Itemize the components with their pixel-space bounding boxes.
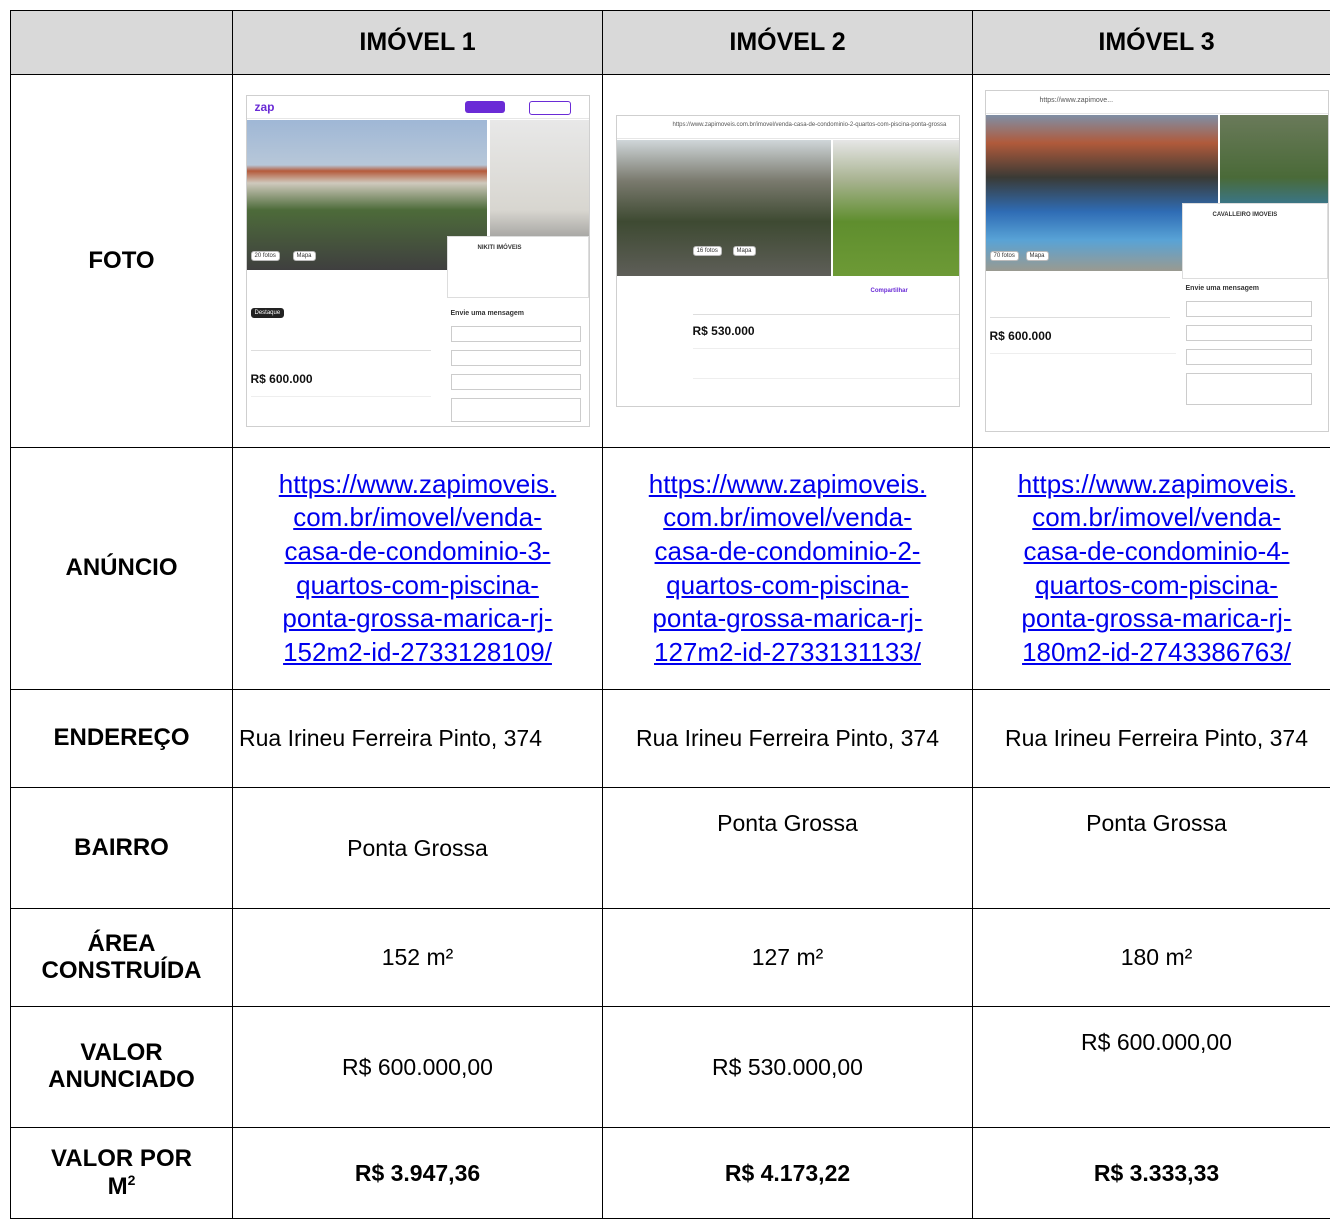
listing-features — [990, 353, 1176, 394]
agency-panel: NIKITI IMÓVEIS — [447, 236, 589, 298]
bairro-cell-1: Ponta Grossa — [233, 788, 603, 909]
agency-name: CAVALLEIRO IMOVEIS — [1213, 212, 1278, 218]
house-photo-side — [833, 140, 959, 276]
anuncio-link-2[interactable]: https://www.zapimoveis.com.br/imovel/ven… — [649, 469, 926, 667]
header-imovel-2: IMÓVEL 2 — [603, 11, 973, 75]
foto-cell-3: https://www.zapimove... 70 fotos Mapa CA… — [973, 75, 1330, 448]
browser-bar: https://www.zapimove... — [986, 91, 1328, 114]
message-title: Envie uma mensagem — [1186, 285, 1260, 292]
photos-count: 16 fotos — [693, 246, 722, 256]
breadcrumb — [990, 297, 1170, 318]
zap-logo: zap — [255, 100, 275, 114]
house-photo-main — [617, 140, 831, 276]
foto-row: FOTO zap 20 fotos Mapa NIKITI IMÓVEIS De… — [11, 75, 1330, 448]
comparison-table: IMÓVEL 1 IMÓVEL 2 IMÓVEL 3 FOTO zap 20 f… — [10, 10, 1330, 1219]
message-panel: Envie uma mensagem — [447, 306, 587, 424]
message-title: Envie uma mensagem — [451, 310, 525, 317]
valor-m2-row: VALOR PORM2 R$ 3.947,36 R$ 4.173,22 R$ 3… — [11, 1128, 1330, 1219]
bairro-cell-2: Ponta Grossa — [603, 788, 973, 909]
row-label-valor-m2: VALOR PORM2 — [11, 1128, 233, 1219]
anuncio-link-3[interactable]: https://www.zapimoveis.com.br/imovel/ven… — [1018, 469, 1295, 667]
agency-name: NIKITI IMÓVEIS — [478, 245, 522, 251]
listing-features — [251, 396, 431, 419]
agency-panel: CAVALLEIRO IMOVEIS — [1182, 203, 1328, 279]
telefone-field — [1186, 349, 1312, 365]
header-corner — [11, 11, 233, 75]
foto-cell-2: https://www.zapimoveis.com.br/imovel/ven… — [603, 75, 973, 448]
anuncio-cell-3: https://www.zapimoveis.com.br/imovel/ven… — [973, 448, 1330, 690]
valor-row: VALORANUNCIADO R$ 600.000,00 R$ 530.000,… — [11, 1007, 1330, 1128]
endereco-cell-2: Rua Irineu Ferreira Pinto, 374 — [603, 690, 973, 788]
row-label-endereco: ENDEREÇO — [11, 690, 233, 788]
bairro-cell-3: Ponta Grossa — [973, 788, 1330, 909]
photos-count: 70 fotos — [990, 251, 1019, 261]
anuncio-row: ANÚNCIO https://www.zapimoveis.com.br/im… — [11, 448, 1330, 690]
endereco-row: ENDEREÇO Rua Irineu Ferreira Pinto, 374 … — [11, 690, 1330, 788]
area-cell-1: 152 m² — [233, 909, 603, 1007]
listing-screenshot-1: zap 20 fotos Mapa NIKITI IMÓVEIS Destaqu… — [246, 95, 590, 427]
listing-screenshot-3: https://www.zapimove... 70 fotos Mapa CA… — [985, 90, 1329, 432]
valor-m2-cell-3: R$ 3.333,33 — [973, 1128, 1330, 1219]
anuncio-cell-2: https://www.zapimoveis.com.br/imovel/ven… — [603, 448, 973, 690]
destaque-badge: Destaque — [251, 308, 285, 318]
listing-price: R$ 600.000 — [251, 372, 313, 386]
valor-cell-2: R$ 530.000,00 — [603, 1007, 973, 1128]
row-label-foto: FOTO — [11, 75, 233, 448]
listing-price: R$ 530.000 — [693, 324, 755, 338]
message-field — [451, 398, 581, 422]
email-field — [451, 350, 581, 366]
share-link: Compartilhar — [871, 288, 908, 294]
listing-features — [693, 348, 959, 373]
telefone-field — [451, 374, 581, 390]
browser-url: https://www.zapimoveis.com.br/imovel/ven… — [673, 122, 947, 128]
bairro-row: BAIRRO Ponta Grossa Ponta Grossa Ponta G… — [11, 788, 1330, 909]
row-label-anuncio: ANÚNCIO — [11, 448, 233, 690]
map-pill: Mapa — [293, 251, 316, 261]
zap-header: zap — [247, 96, 589, 119]
criar-conta-button — [465, 101, 505, 113]
map-pill: Mapa — [1026, 251, 1049, 261]
photos-count: 20 fotos — [251, 251, 280, 261]
valor-m2-cell-1: R$ 3.947,36 — [233, 1128, 603, 1219]
endereco-cell-1: Rua Irineu Ferreira Pinto, 374 — [233, 690, 603, 788]
row-label-area: ÁREACONSTRUÍDA — [11, 909, 233, 1007]
listing-address — [693, 378, 959, 399]
valor-m2-cell-2: R$ 4.173,22 — [603, 1128, 973, 1219]
foto-cell-1: zap 20 fotos Mapa NIKITI IMÓVEIS Destaqu… — [233, 75, 603, 448]
anuncio-cell-1: https://www.zapimoveis.com.br/imovel/ven… — [233, 448, 603, 690]
breadcrumb — [251, 330, 431, 351]
area-row: ÁREACONSTRUÍDA 152 m² 127 m² 180 m² — [11, 909, 1330, 1007]
header-imovel-1: IMÓVEL 1 — [233, 11, 603, 75]
browser-bar: https://www.zapimoveis.com.br/imovel/ven… — [617, 116, 959, 139]
nome-field — [451, 326, 581, 342]
area-cell-3: 180 m² — [973, 909, 1330, 1007]
row-label-valor: VALORANUNCIADO — [11, 1007, 233, 1128]
email-field — [1186, 325, 1312, 341]
browser-url: https://www.zapimove... — [1040, 97, 1114, 104]
header-imovel-3: IMÓVEL 3 — [973, 11, 1330, 75]
row-label-bairro: BAIRRO — [11, 788, 233, 909]
endereco-cell-3: Rua Irineu Ferreira Pinto, 374 — [973, 690, 1330, 788]
listing-screenshot-2: https://www.zapimoveis.com.br/imovel/ven… — [616, 115, 960, 407]
breadcrumb — [693, 304, 959, 315]
message-field — [1186, 373, 1312, 405]
message-panel: Envie uma mensagem — [1182, 281, 1326, 429]
header-row: IMÓVEL 1 IMÓVEL 2 IMÓVEL 3 — [11, 11, 1330, 75]
entrar-button — [529, 101, 571, 115]
area-cell-2: 127 m² — [603, 909, 973, 1007]
map-pill: Mapa — [733, 246, 756, 256]
valor-cell-3: R$ 600.000,00 — [973, 1007, 1330, 1128]
listing-price: R$ 600.000 — [990, 329, 1052, 343]
anuncio-link-1[interactable]: https://www.zapimoveis.com.br/imovel/ven… — [279, 469, 556, 667]
valor-cell-1: R$ 600.000,00 — [233, 1007, 603, 1128]
nome-field — [1186, 301, 1312, 317]
